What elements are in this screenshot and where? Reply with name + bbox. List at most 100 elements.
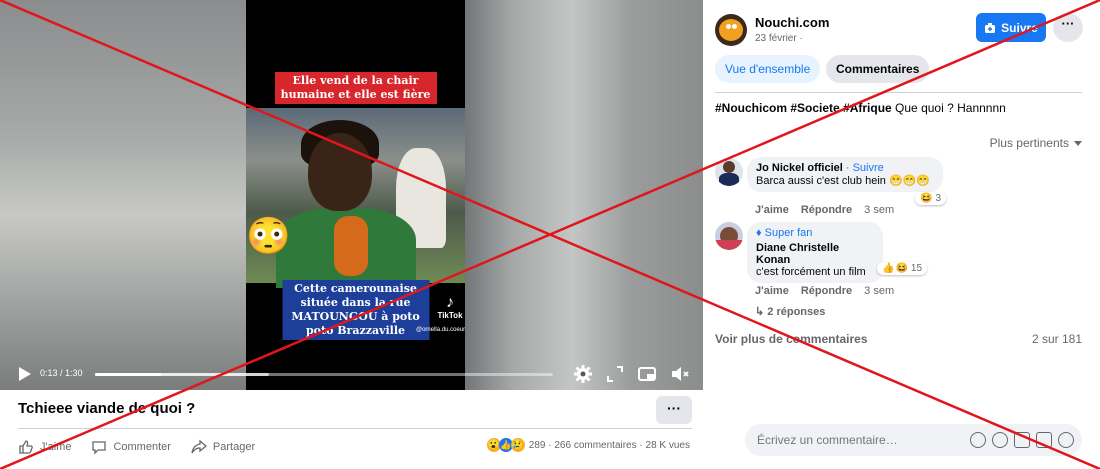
thumbs-up-icon (19, 440, 33, 454)
reaction-count: 289 (528, 439, 546, 451)
caption-bottom-text: Cette camerounaise située dans la rue MA… (291, 282, 420, 337)
sticker-icon[interactable] (1058, 432, 1074, 448)
video-controls: 0:13 / 1:30 (0, 358, 703, 390)
tiktok-icon: ♪ (446, 294, 454, 311)
flushed-face-emoji-icon: 😳 (246, 215, 291, 256)
share-button[interactable]: Partager (191, 439, 255, 455)
commenter-avatar[interactable] (715, 222, 743, 250)
tiktok-handle: @ornella.du.coeur (416, 327, 466, 333)
comment-reactions[interactable]: 😆 3 (915, 192, 947, 205)
video-blur-left (0, 0, 246, 390)
post-date[interactable]: 23 février · (755, 33, 803, 44)
like-label: J'aime (40, 441, 72, 453)
video-progress-fill (95, 373, 161, 376)
post-title: Tchieee viande de quoi ? (18, 400, 196, 417)
super-fan-badge: ♦ Super fan (756, 227, 813, 239)
comment-like-button[interactable]: J'aime (755, 204, 789, 216)
comments-panel: Nouchi.com 23 février · Suivre ··· Vue d… (703, 0, 1100, 469)
stats-separator: · (545, 439, 555, 451)
video-caption-top: Elle vend de la chair humaine et elle es… (274, 72, 437, 104)
person-head (308, 133, 372, 211)
comment-reply-button[interactable]: Répondre (801, 285, 852, 297)
tab-overview[interactable]: Vue d'ensemble (715, 55, 821, 83)
divider (18, 428, 692, 429)
comment-bubble-icon (92, 441, 107, 455)
avatar-face (719, 19, 743, 41)
view-replies-button[interactable]: ↳ 2 réponses (755, 305, 825, 318)
commenter-name[interactable]: Diane Christelle Konan (756, 242, 874, 266)
commenter-name[interactable]: Jo Nickel officiel (756, 162, 843, 174)
comment-sort-dropdown[interactable]: Plus pertinents (990, 136, 1082, 150)
muted-volume-icon[interactable] (670, 364, 690, 384)
video-time: 0:13 / 1:30 (40, 368, 83, 378)
tiktok-watermark: ♪ TikTok (435, 294, 465, 321)
avatar-eye (726, 24, 731, 29)
video-progress-bar[interactable] (95, 373, 553, 376)
follow-icon (985, 22, 996, 33)
view-count: 28 K vues (645, 439, 690, 451)
comments-count: 2 sur 181 (1031, 332, 1082, 346)
video-blur-right (465, 0, 703, 390)
settings-gear-icon[interactable] (573, 364, 593, 384)
microphone (334, 216, 368, 276)
comment-bubble: ♦ Super fan Diane Christelle Konan c'est… (747, 222, 883, 283)
like-button[interactable]: J'aime (18, 439, 71, 455)
video-caption-bottom: Cette camerounaise située dans la rue MA… (282, 280, 429, 340)
picture-in-picture-icon[interactable] (637, 364, 657, 384)
commenter-avatar[interactable] (715, 158, 743, 186)
comment-reaction-count: 15 (910, 263, 923, 274)
comment-reaction-count: 3 (935, 193, 942, 204)
caption-top-text: Elle vend de la chair humaine et elle es… (280, 74, 431, 101)
comment-text: Barca aussi c'est club hein 😁😁😁 (756, 175, 931, 187)
share-label: Partager (212, 441, 256, 453)
post-viewer: Elle vend de la chair humaine et elle es… (0, 0, 1100, 469)
comment-input[interactable] (757, 431, 957, 449)
sort-label: Plus pertinents (989, 136, 1069, 150)
post-more-button[interactable]: ··· (656, 396, 692, 424)
camera-icon[interactable] (1014, 432, 1030, 448)
comment-input-bar[interactable] (745, 424, 1082, 456)
fullscreen-icon[interactable] (605, 364, 625, 384)
follow-label: Suivre (1001, 20, 1038, 35)
gif-icon[interactable] (1036, 432, 1052, 448)
comment-count[interactable]: 266 commentaires (554, 440, 636, 451)
divider (715, 92, 1082, 93)
comment-text: c'est forcément un film (756, 266, 866, 278)
tiktok-brand: TikTok (437, 311, 463, 320)
chevron-down-icon (1074, 140, 1082, 146)
comment-time[interactable]: 3 sem (864, 204, 894, 216)
post-description: #Nouchicom #Societe #Afrique Que quoi ? … (715, 101, 1006, 115)
post-hashtags[interactable]: #Nouchicom #Societe #Afrique (715, 101, 892, 115)
comment-bubble: Jo Nickel officiel · Suivre Barca aussi … (747, 157, 943, 192)
follow-button[interactable]: Suivre (976, 13, 1046, 42)
emoji-icon[interactable] (992, 432, 1008, 448)
comment-actions: J'aime Répondre 3 sem (755, 285, 894, 297)
view-more-comments-link[interactable]: Voir plus de commentaires (715, 332, 868, 346)
share-arrow-icon (191, 439, 207, 454)
page-name[interactable]: Nouchi.com (755, 15, 829, 30)
comment-input-icons (964, 432, 1074, 448)
play-icon[interactable] (18, 366, 32, 382)
post-stats[interactable]: 😮 👍 😢 289 · 266 commentaires · 28 K vues (486, 438, 690, 452)
comment-reactions[interactable]: 👍 😆 15 (877, 262, 928, 275)
tab-comments[interactable]: Commentaires (826, 55, 930, 83)
comment-reply-button[interactable]: Répondre (801, 204, 852, 216)
comment-time[interactable]: 3 sem (864, 285, 894, 297)
stats-separator: · (636, 439, 646, 451)
commenter-follow-link[interactable]: · Suivre (843, 162, 884, 174)
haha-reaction-icon: 😆 (895, 263, 908, 274)
comment-like-button[interactable]: J'aime (755, 285, 789, 297)
avatar-sticker-icon[interactable] (970, 432, 986, 448)
comment-label: Commenter (113, 441, 171, 453)
page-avatar[interactable] (715, 14, 747, 46)
page-more-button[interactable]: ··· (1053, 13, 1083, 42)
post-body: Que quoi ? Hannnnn (891, 101, 1006, 115)
post-actions: J'aime Commenter Partager (18, 436, 275, 458)
comment-button[interactable]: Commenter (91, 439, 171, 455)
comment-actions: J'aime Répondre 3 sem (755, 204, 894, 216)
like-reaction-icon: 👍 (882, 263, 895, 274)
avatar-eye (732, 24, 737, 29)
video-player[interactable]: Elle vend de la chair humaine et elle es… (0, 0, 703, 390)
haha-reaction-icon: 😆 (920, 193, 933, 204)
sad-reaction-icon: 😢 (510, 438, 525, 452)
